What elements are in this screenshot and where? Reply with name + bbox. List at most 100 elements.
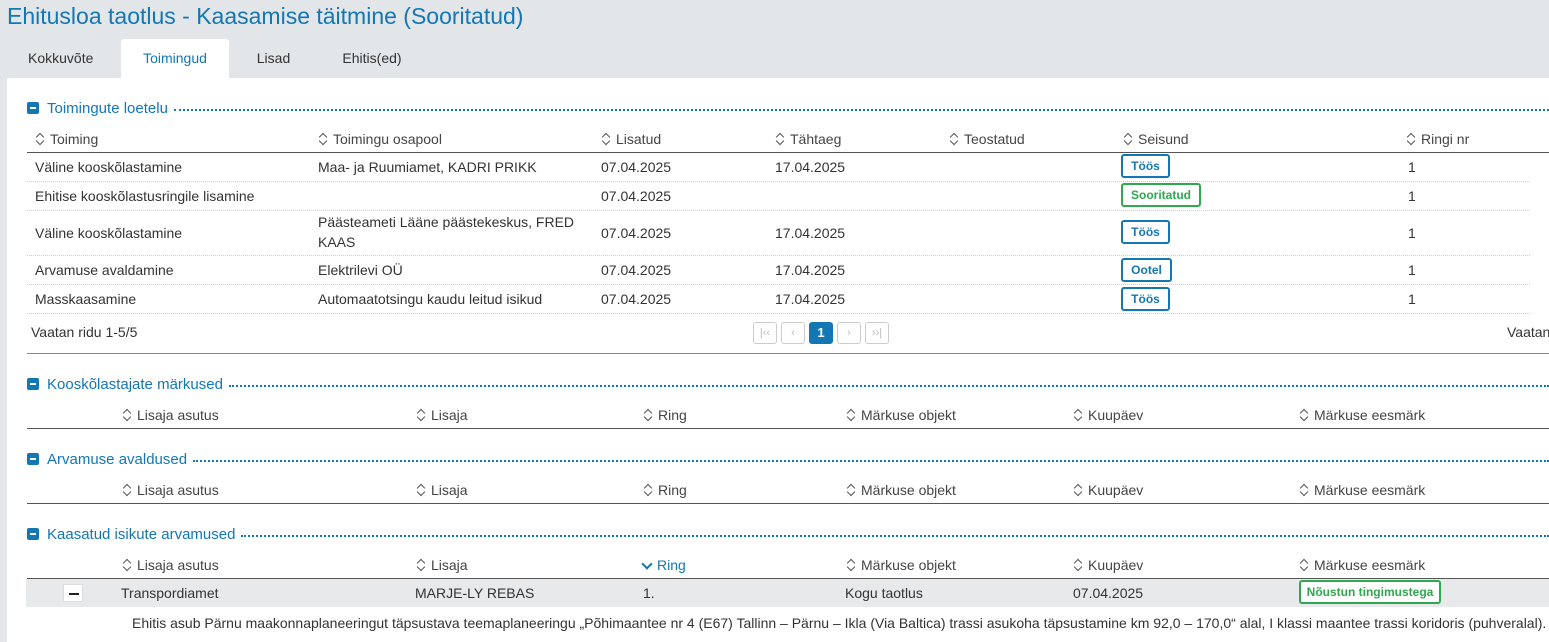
- row-divider: [27, 210, 1530, 211]
- column-header-markuse-objekt[interactable]: Märkuse objekt: [846, 480, 956, 500]
- sort-icon: [643, 483, 653, 497]
- first-page-button[interactable]: |‹‹: [753, 322, 777, 344]
- column-header-ringi-nr[interactable]: Ringi nr: [1406, 129, 1469, 149]
- section-kaasatud-header: Kaasatud isikute arvamused: [27, 524, 1549, 544]
- column-label: Lisaja: [431, 482, 468, 498]
- status-badge: Sooritatud: [1121, 183, 1201, 207]
- cell-lisatud: 07.04.2025: [601, 291, 672, 307]
- section-title: Kooskõlastajate märkused: [47, 375, 223, 393]
- cell-tahtaeg: 17.04.2025: [775, 159, 846, 175]
- sort-icon: [1073, 483, 1083, 497]
- section-title: Kaasatud isikute arvamused: [47, 525, 236, 543]
- cell-markuse-objekt: Kogu taotlus: [845, 585, 923, 601]
- cell-tahtaeg: 17.04.2025: [775, 262, 846, 278]
- column-label: Ringi nr: [1421, 131, 1470, 147]
- collapse-icon[interactable]: [27, 102, 39, 114]
- column-header-kuupaev[interactable]: Kuupäev: [1073, 480, 1143, 500]
- page-1-button[interactable]: 1: [809, 322, 833, 344]
- column-label: Kuupäev: [1088, 482, 1144, 498]
- column-header-lisaja[interactable]: Lisaja: [416, 480, 468, 500]
- column-label: Ring: [658, 407, 687, 423]
- row-count-label-right: Vaatan: [1507, 324, 1549, 340]
- column-label: Kuupäev: [1088, 557, 1144, 573]
- row-count-label: Vaatan ridu 1-5/5: [31, 324, 138, 340]
- sort-icon: [1299, 558, 1309, 572]
- column-header-lisaja[interactable]: Lisaja: [416, 555, 468, 575]
- row-divider: [27, 313, 1530, 314]
- row-divider: [27, 284, 1530, 285]
- sort-icon: [35, 132, 45, 146]
- tab-ehitised[interactable]: Ehitis(ed): [318, 39, 426, 78]
- cell-ring: 1: [1408, 188, 1416, 204]
- tab-kokkuvote[interactable]: Kokkuvõte: [7, 39, 121, 78]
- column-header-lisaja-asutus[interactable]: Lisaja asutus: [122, 555, 219, 575]
- column-header-kuupaev[interactable]: Kuupäev: [1073, 405, 1143, 425]
- sort-icon: [643, 408, 653, 422]
- sort-icon: [1073, 558, 1083, 572]
- column-header-lisaja-asutus[interactable]: Lisaja asutus: [122, 480, 219, 500]
- cell-ring: 1: [1408, 159, 1416, 175]
- column-label: Toiming: [50, 131, 99, 147]
- column-header-seisund[interactable]: Seisund: [1123, 129, 1189, 149]
- tab-lisad[interactable]: Lisad: [229, 39, 318, 78]
- column-header-markuse-eesmark[interactable]: Märkuse eesmärk: [1299, 555, 1425, 575]
- table-header-line: [27, 428, 1549, 429]
- last-page-button[interactable]: ››|: [865, 322, 889, 344]
- cell-lisatud: 07.04.2025: [601, 262, 672, 278]
- column-label: Seisund: [1138, 131, 1189, 147]
- collapse-row-icon[interactable]: [63, 584, 83, 602]
- column-label: Ring: [657, 557, 686, 573]
- row-detail-text: Ehitis asub Pärnu maakonnaplaneeringut t…: [132, 615, 1547, 631]
- column-header-markuse-eesmark[interactable]: Märkuse eesmärk: [1299, 480, 1425, 500]
- column-header-markuse-objekt[interactable]: Märkuse objekt: [846, 555, 956, 575]
- cell-toiming: Arvamuse avaldamine: [35, 262, 174, 278]
- collapse-icon[interactable]: [27, 528, 39, 540]
- sort-icon: [775, 132, 785, 146]
- sort-icon: [122, 483, 132, 497]
- table-header-line: [27, 503, 1549, 504]
- sort-icon: [416, 558, 426, 572]
- table-footer-line: [27, 353, 1549, 354]
- tab-bar: Kokkuvõte Toimingud Lisad Ehitis(ed): [7, 39, 426, 78]
- cell-tahtaeg: 17.04.2025: [775, 291, 846, 307]
- column-header-lisatud[interactable]: Lisatud: [601, 129, 661, 149]
- column-header-osapool[interactable]: Toimingu osapool: [318, 129, 442, 149]
- status-badge: Töös: [1121, 287, 1170, 311]
- next-page-button[interactable]: ›: [837, 322, 861, 344]
- section-title: Arvamuse avaldused: [47, 450, 188, 468]
- column-label: Märkuse eesmärk: [1314, 482, 1426, 498]
- column-header-markuse-eesmark[interactable]: Märkuse eesmärk: [1299, 405, 1425, 425]
- column-label: Lisaja asutus: [137, 407, 219, 423]
- column-header-markuse-objekt[interactable]: Märkuse objekt: [846, 405, 956, 425]
- section-title: Toimingute loetelu: [47, 99, 168, 117]
- column-header-teostatud[interactable]: Teostatud: [949, 129, 1025, 149]
- column-label: Märkuse objekt: [861, 482, 956, 498]
- cell-ring: 1: [1408, 225, 1416, 241]
- row-divider: [27, 255, 1530, 256]
- column-label: Kuupäev: [1088, 407, 1144, 423]
- column-header-ring[interactable]: Ring: [643, 480, 687, 500]
- cell-ring: 1: [1408, 291, 1416, 307]
- cell-lisaja-asutus: Transpordiamet: [121, 585, 219, 601]
- pagination: |‹‹ ‹ 1 › ››|: [753, 322, 889, 344]
- column-header-lisaja-asutus[interactable]: Lisaja asutus: [122, 405, 219, 425]
- cell-osapool: Maa- ja Ruumiamet, KADRI PRIKK: [318, 159, 537, 175]
- column-header-ring[interactable]: Ring: [641, 555, 686, 575]
- column-header-tahtaeg[interactable]: Tähtaeg: [775, 129, 841, 149]
- section-markused-header: Kooskõlastajate märkused: [27, 374, 1549, 394]
- column-header-kuupaev[interactable]: Kuupäev: [1073, 555, 1143, 575]
- collapse-icon[interactable]: [27, 378, 39, 390]
- prev-page-button[interactable]: ‹: [781, 322, 805, 344]
- status-badge: Nõustun tingimustega: [1299, 580, 1441, 604]
- tab-toimingud[interactable]: Toimingud: [121, 39, 229, 78]
- collapse-icon[interactable]: [27, 453, 39, 465]
- column-header-lisaja[interactable]: Lisaja: [416, 405, 468, 425]
- section-avaldused-header: Arvamuse avaldused: [27, 449, 1549, 469]
- sort-icon: [846, 558, 856, 572]
- column-label: Ring: [658, 482, 687, 498]
- column-header-toiming[interactable]: Toiming: [35, 129, 98, 149]
- column-header-ring[interactable]: Ring: [643, 405, 687, 425]
- cell-toiming: Masskaasamine: [35, 291, 137, 307]
- sort-icon: [949, 132, 959, 146]
- sort-icon: [846, 483, 856, 497]
